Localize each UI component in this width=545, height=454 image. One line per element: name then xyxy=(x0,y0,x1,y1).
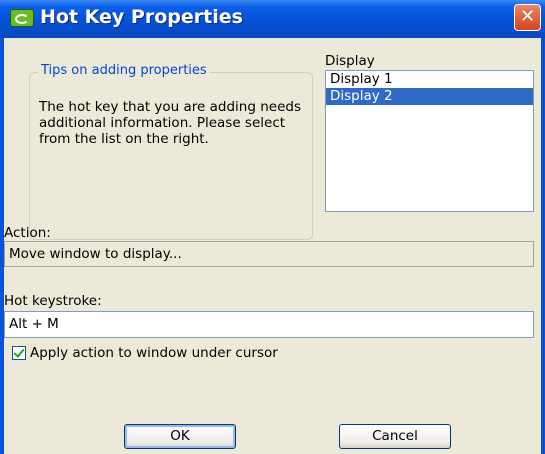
dialog-body: Tips on adding properties The hot key th… xyxy=(4,38,541,454)
tips-text: The hot key that you are adding needs ad… xyxy=(39,99,301,147)
apply-action-checkbox[interactable] xyxy=(12,346,26,360)
display-label: Display xyxy=(325,53,375,69)
cancel-button[interactable]: Cancel xyxy=(339,424,451,449)
tips-groupbox: Tips on adding properties The hot key th… xyxy=(29,63,313,240)
action-field: Move window to display... xyxy=(4,241,534,267)
app-icon xyxy=(10,9,34,27)
hotkey-input[interactable]: Alt + M xyxy=(4,311,534,338)
display-list-item-2[interactable]: Display 2 xyxy=(326,88,533,105)
display-listbox[interactable]: Display 1 Display 2 xyxy=(325,70,534,212)
ok-button[interactable]: OK xyxy=(124,424,236,449)
window-title: Hot Key Properties xyxy=(40,6,243,28)
close-button[interactable]: ✕ xyxy=(514,4,541,31)
display-list-item-1[interactable]: Display 1 xyxy=(326,71,533,88)
tips-title: Tips on adding properties xyxy=(38,63,210,78)
action-label: Action: xyxy=(4,225,51,241)
dialog-window: Hot Key Properties ✕ Tips on adding prop… xyxy=(0,0,545,454)
title-bar[interactable]: Hot Key Properties ✕ xyxy=(0,0,545,38)
hotkey-label: Hot keystroke: xyxy=(4,293,102,309)
close-icon: ✕ xyxy=(519,6,536,27)
apply-action-label[interactable]: Apply action to window under cursor xyxy=(30,345,278,361)
